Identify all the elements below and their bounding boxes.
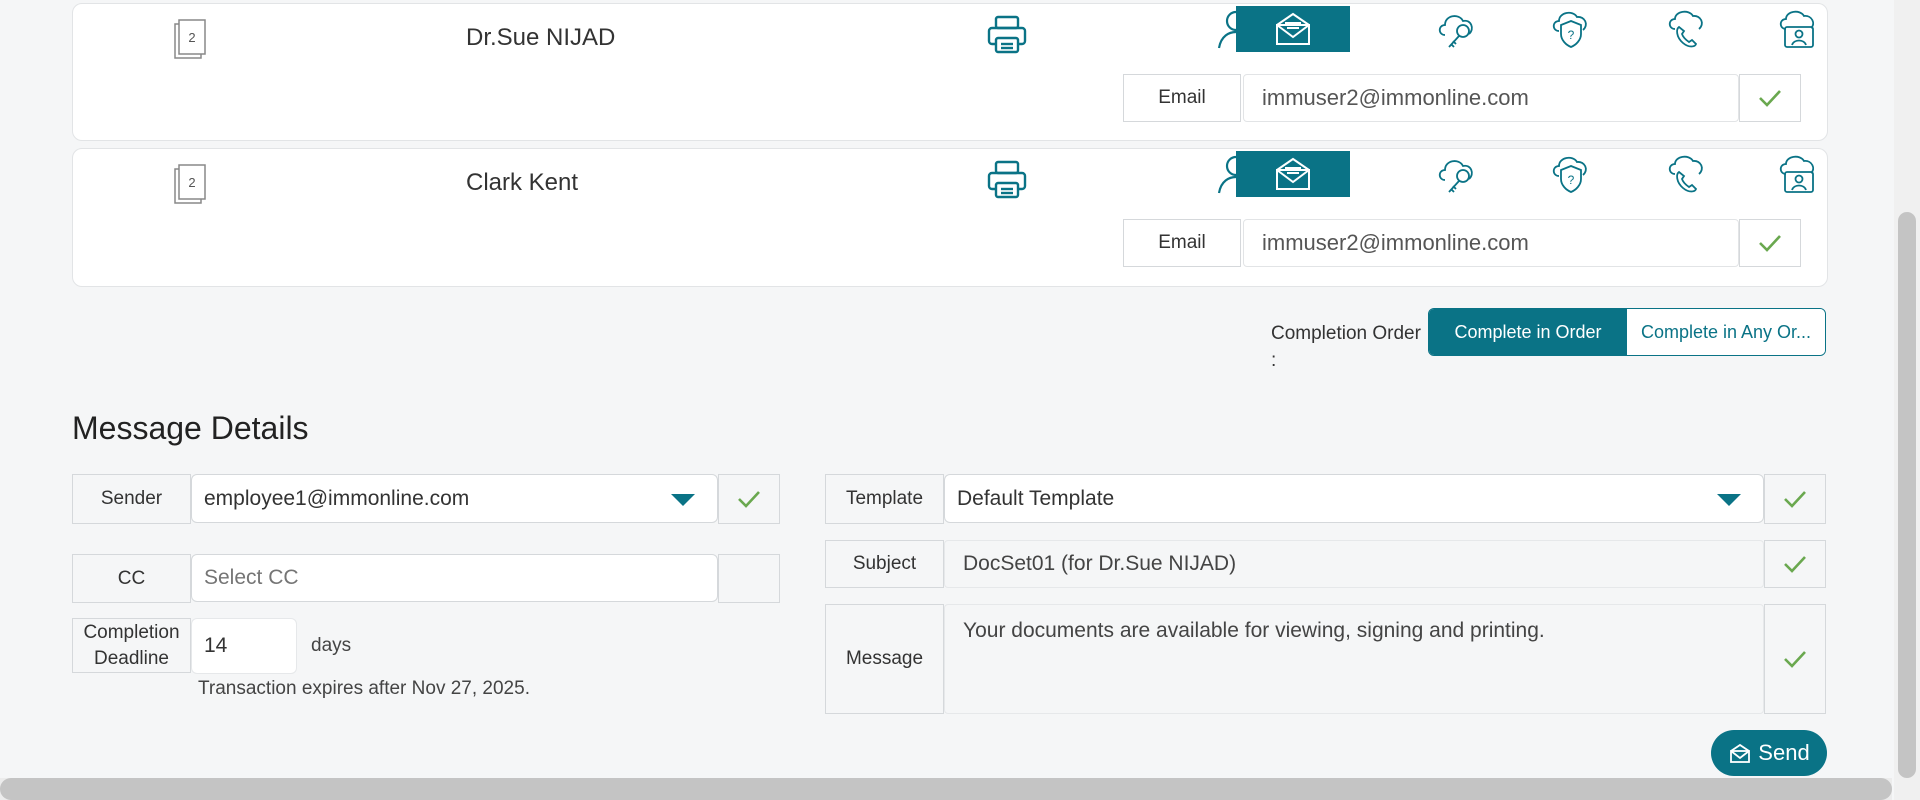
confirm-check-icon[interactable] (1739, 219, 1801, 267)
field-type-label: Email (1123, 74, 1241, 122)
completion-order-label-colon: : (1271, 350, 1277, 371)
field-type-label: Email (1123, 219, 1241, 267)
vertical-scrollbar-thumb[interactable] (1898, 212, 1916, 778)
confirm-check-icon[interactable] (1739, 74, 1801, 122)
deadline-label-line2: Deadline (94, 647, 169, 669)
send-mail-icon (1730, 743, 1751, 763)
message-details-title: Message Details (72, 410, 309, 446)
recipient-name: Dr.Sue NIJAD (466, 24, 616, 51)
send-button-label: Send (1758, 740, 1810, 765)
message-textarea[interactable]: Your documents are available for viewing… (944, 604, 1764, 714)
recipient-email-field[interactable]: immuser2@immonline.com (1243, 74, 1739, 122)
template-check-icon[interactable] (1764, 474, 1826, 524)
cc-label: CC (72, 554, 191, 603)
email-icon[interactable] (1236, 151, 1350, 197)
expiry-note: Transaction expires after Nov 27, 2025. (198, 678, 530, 699)
cloud-phone-icon[interactable] (1628, 6, 1742, 52)
template-select[interactable]: Default Template (944, 474, 1764, 523)
subject-field[interactable]: DocSet01 (for Dr.Sue NIJAD) (944, 540, 1764, 588)
deadline-days-input[interactable]: 14 (191, 618, 297, 674)
template-label: Template (825, 474, 944, 524)
completion-order-label-text: Completion Order (1271, 323, 1421, 344)
recipient-email-field[interactable]: immuser2@immonline.com (1243, 219, 1739, 267)
cloud-id-icon[interactable] (1742, 151, 1856, 197)
svg-text:?: ? (1568, 28, 1575, 42)
svg-text:2: 2 (188, 30, 195, 45)
chevron-down-icon[interactable] (671, 493, 695, 506)
sender-select[interactable]: employee1@immonline.com (191, 474, 718, 523)
chevron-down-icon[interactable] (1717, 493, 1741, 506)
sender-label: Sender (72, 474, 191, 524)
document-count-icon[interactable]: 2 (173, 163, 209, 210)
cloud-key-icon[interactable] (1400, 151, 1514, 197)
recipient-card: 2 Dr.Sue NIJAD ? Email immuser2@immonlin… (72, 3, 1828, 141)
horizontal-scrollbar-thumb[interactable] (0, 778, 1892, 800)
recipient-card: 2 Clark Kent ? Email immuser2@immonline.… (72, 148, 1828, 287)
complete-in-order-option[interactable]: Complete in Order (1429, 309, 1627, 355)
message-label: Message (825, 604, 944, 714)
document-count-icon[interactable]: 2 (173, 18, 209, 65)
cloud-phone-icon[interactable] (1628, 151, 1742, 197)
email-icon[interactable] (1236, 6, 1350, 52)
sender-check-icon[interactable] (718, 474, 780, 524)
deadline-label-line1: Completion (83, 621, 180, 643)
completion-order-label: Completion Order : (1271, 320, 1421, 374)
subject-label: Subject (825, 540, 944, 588)
complete-in-any-order-option[interactable]: Complete in Any Or... (1627, 309, 1825, 355)
cc-check-placeholder (718, 554, 780, 603)
recipient-name: Clark Kent (466, 169, 579, 196)
template-value: Default Template (957, 486, 1115, 510)
send-button[interactable]: Send (1711, 730, 1827, 776)
shield-question-icon[interactable]: ? (1514, 151, 1628, 197)
horizontal-scrollbar[interactable] (0, 778, 1892, 800)
subject-check-icon[interactable] (1764, 540, 1826, 588)
completion-order-toggle: Complete in Order Complete in Any Or... (1428, 308, 1826, 356)
cloud-id-icon[interactable] (1742, 6, 1856, 52)
vertical-scrollbar[interactable] (1894, 0, 1920, 800)
svg-text:?: ? (1568, 173, 1575, 187)
svg-text:2: 2 (188, 175, 195, 190)
print-icon[interactable] (985, 14, 1029, 61)
message-check-icon[interactable] (1764, 604, 1826, 714)
shield-question-icon[interactable]: ? (1514, 6, 1628, 52)
cloud-key-icon[interactable] (1400, 6, 1514, 52)
sender-value: employee1@immonline.com (204, 486, 470, 510)
cc-input[interactable] (191, 554, 718, 602)
deadline-unit: days (311, 635, 352, 656)
print-icon[interactable] (985, 159, 1029, 206)
completion-deadline-label: Completion Deadline (72, 618, 191, 673)
